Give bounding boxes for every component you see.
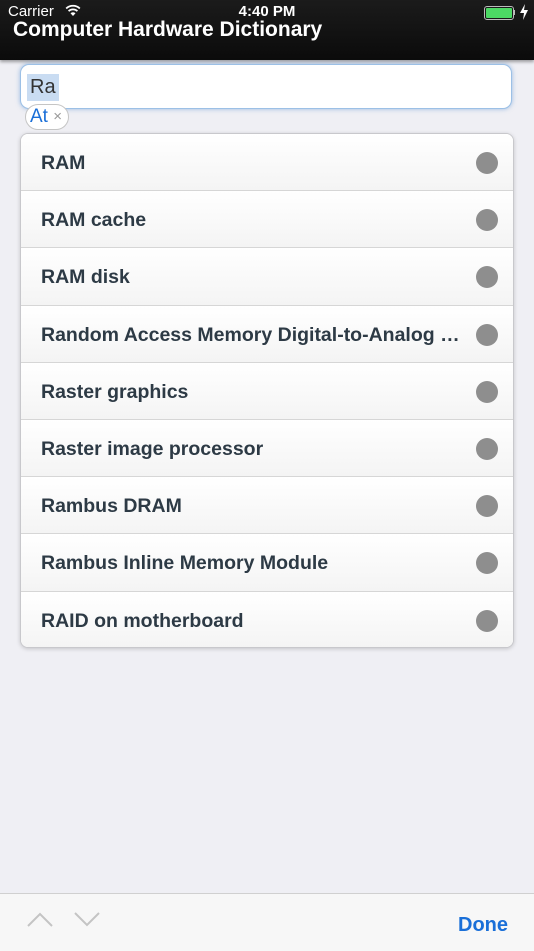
keyboard-accessory-toolbar: Done bbox=[0, 893, 534, 951]
list-item-label: RAM bbox=[41, 152, 86, 174]
suggestion-text: At bbox=[30, 106, 48, 127]
list-item-label: RAM disk bbox=[41, 266, 130, 289]
list-item-label: RAM cache bbox=[41, 209, 147, 232]
list-item[interactable]: Random Access Memory Digital-to-Analog C… bbox=[21, 305, 513, 363]
search-text-selection[interactable]: Ra bbox=[27, 74, 59, 101]
list-item-label: Raster graphics bbox=[41, 380, 189, 403]
indicator-dot-icon bbox=[476, 152, 498, 174]
list-item-label: Rambus Inline Memory Module bbox=[41, 552, 329, 575]
list-item[interactable]: RAM bbox=[21, 134, 513, 192]
autocorrect-suggestion[interactable]: At × bbox=[25, 104, 69, 130]
done-button[interactable]: Done bbox=[458, 914, 508, 937]
close-icon[interactable]: × bbox=[53, 105, 62, 129]
indicator-dot-icon bbox=[476, 495, 498, 518]
list-item[interactable]: Raster graphics bbox=[21, 362, 513, 420]
app-header: Carrier 4:40 PM Computer Hardware Dictio… bbox=[0, 0, 534, 60]
indicator-dot-icon bbox=[476, 209, 498, 232]
indicator-dot-icon bbox=[476, 266, 498, 289]
list-item-label: Raster image processor bbox=[41, 437, 264, 460]
chevron-up-icon[interactable] bbox=[26, 910, 54, 928]
results-list: RAM RAM cache RAM disk Random Access Mem… bbox=[20, 133, 514, 648]
charging-icon bbox=[520, 4, 528, 20]
list-item[interactable]: RAM disk bbox=[21, 248, 513, 306]
list-item[interactable]: Raster image processor bbox=[21, 419, 513, 478]
indicator-dot-icon bbox=[476, 437, 498, 460]
list-item[interactable]: RAM cache bbox=[21, 191, 513, 249]
list-item-label: Rambus DRAM bbox=[41, 495, 182, 518]
list-item-label: RAID on motherboard bbox=[41, 609, 244, 632]
chevron-down-icon[interactable] bbox=[73, 910, 101, 928]
indicator-dot-icon bbox=[476, 609, 498, 632]
list-item[interactable]: Rambus DRAM bbox=[21, 477, 513, 535]
battery-icon bbox=[484, 6, 514, 20]
indicator-dot-icon bbox=[476, 552, 498, 575]
list-item[interactable]: Rambus Inline Memory Module bbox=[21, 534, 513, 592]
indicator-dot-icon bbox=[476, 380, 498, 403]
indicator-dot-icon bbox=[476, 323, 498, 346]
list-item-label: Random Access Memory Digital-to-Analog C… bbox=[41, 323, 461, 346]
battery-tip bbox=[513, 10, 515, 15]
page-title: Computer Hardware Dictionary bbox=[13, 18, 323, 41]
search-input[interactable]: Ra bbox=[20, 64, 512, 109]
list-item[interactable]: RAID on motherboard bbox=[21, 591, 513, 647]
